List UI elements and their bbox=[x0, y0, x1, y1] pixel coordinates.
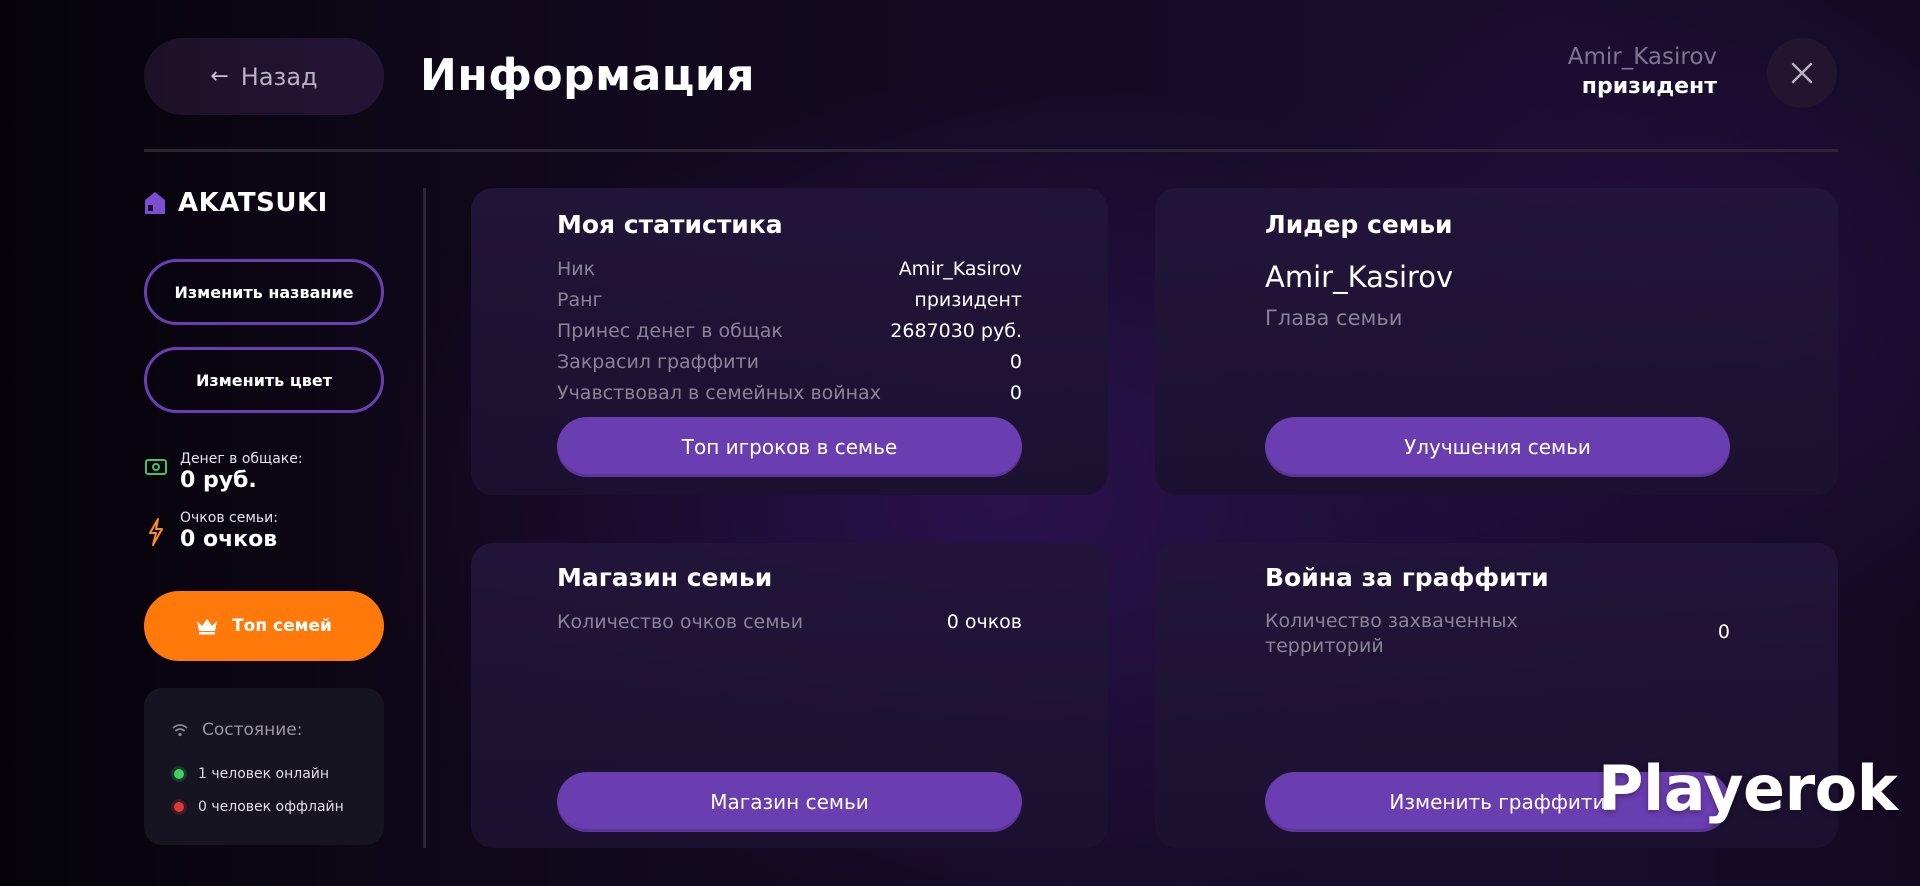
wifi-icon bbox=[172, 724, 188, 737]
offline-count: 0 человек оффлайн bbox=[174, 799, 344, 815]
money-value: 0 руб. bbox=[180, 468, 257, 493]
top-players-label: Топ игроков в семье bbox=[681, 435, 898, 459]
money-icon bbox=[145, 459, 167, 475]
territories-value: 0 bbox=[1717, 621, 1730, 643]
header-divider bbox=[144, 149, 1838, 152]
graffiti-war-title: Война за граффити bbox=[1265, 563, 1549, 592]
my-stats-title: Моя статистика bbox=[557, 210, 783, 239]
family-header: AKATSUKI bbox=[144, 188, 328, 218]
leader-title: Лидер семьи bbox=[1265, 210, 1453, 239]
stat-row: Учавствовал в семейных войнах 0 bbox=[557, 382, 1022, 404]
status-panel: Состояние: 1 человек онлайн 0 человек оф… bbox=[144, 688, 384, 845]
stat-key: Учавствовал в семейных войнах bbox=[557, 382, 881, 404]
family-upgrades-button[interactable]: Улучшения семьи bbox=[1265, 417, 1730, 477]
status-label: Состояние: bbox=[202, 720, 303, 740]
rename-family-label: Изменить название bbox=[174, 282, 354, 302]
online-text: 1 человек онлайн bbox=[198, 766, 330, 782]
family-name: AKATSUKI bbox=[178, 188, 328, 218]
stat-row: Ник Amir_Kasirov bbox=[557, 258, 1022, 280]
family-shop-label: Магазин семьи bbox=[710, 790, 869, 814]
money-label: Денег в общаке: bbox=[180, 451, 303, 467]
back-button-label: Назад bbox=[240, 62, 318, 91]
territories-label: Количество захваченных территорий bbox=[1265, 610, 1518, 657]
stat-value: Amir_Kasirov bbox=[898, 258, 1022, 280]
top-players-button[interactable]: Топ игроков в семье bbox=[557, 417, 1022, 477]
online-dot-icon bbox=[174, 769, 184, 779]
stat-row: Ранг призидент bbox=[557, 289, 1022, 311]
top-families-label: Топ семей bbox=[232, 616, 332, 636]
shop-points-row: Количество очков семьи 0 очков bbox=[557, 611, 1022, 633]
user-info: Amir_Kasirov призидент bbox=[1568, 44, 1717, 99]
crown-icon bbox=[197, 619, 218, 635]
leader-card: Лидер семьи Amir_Kasirov Глава семьи Улу… bbox=[1155, 188, 1838, 495]
change-graffiti-label: Изменить граффити bbox=[1389, 790, 1606, 814]
watermark: Playerok bbox=[1598, 752, 1898, 825]
change-color-label: Изменить цвет bbox=[196, 370, 332, 390]
user-rank: призидент bbox=[1581, 74, 1717, 99]
page-title: Информация bbox=[420, 50, 755, 101]
close-icon bbox=[1791, 62, 1813, 84]
shop-title: Магазин семьи bbox=[557, 563, 773, 592]
stat-row: Принес денег в общак 2687030 руб. bbox=[557, 320, 1022, 342]
stat-key: Закрасил граффити bbox=[557, 351, 759, 373]
offline-text: 0 человек оффлайн bbox=[198, 799, 344, 815]
leader-name: Amir_Kasirov bbox=[1265, 260, 1454, 294]
rename-family-button[interactable]: Изменить название bbox=[144, 259, 384, 325]
back-button[interactable]: ← Назад bbox=[144, 38, 384, 115]
offline-dot-icon bbox=[174, 802, 184, 812]
shop-card: Магазин семьи Количество очков семьи 0 о… bbox=[471, 543, 1108, 848]
stat-value: 0 bbox=[1009, 382, 1022, 404]
home-icon bbox=[145, 192, 165, 214]
leader-role: Глава семьи bbox=[1265, 306, 1403, 330]
points-value: 0 очков bbox=[180, 527, 278, 552]
family-upgrades-label: Улучшения семьи bbox=[1404, 435, 1591, 459]
arrow-left-icon: ← bbox=[210, 64, 229, 89]
family-money: Денег в общаке: 0 руб. bbox=[144, 451, 303, 493]
stat-key: Принес денег в общак bbox=[557, 320, 783, 342]
stat-key: Ник bbox=[557, 258, 596, 280]
points-label: Очков семьи: bbox=[180, 510, 278, 526]
online-count: 1 человек онлайн bbox=[174, 766, 329, 782]
shop-points-value: 0 очков bbox=[946, 611, 1022, 633]
stat-row: Закрасил граффити 0 bbox=[557, 351, 1022, 373]
lightning-icon bbox=[149, 518, 163, 546]
my-stats-card: Моя статистика Ник Amir_Kasirov Ранг при… bbox=[471, 188, 1108, 495]
family-shop-button[interactable]: Магазин семьи bbox=[557, 772, 1022, 832]
stat-value: 2687030 руб. bbox=[890, 320, 1022, 342]
family-points: Очков семьи: 0 очков bbox=[144, 510, 278, 552]
sidebar-divider bbox=[423, 188, 426, 848]
close-button[interactable] bbox=[1767, 38, 1837, 108]
status-header: Состояние: bbox=[172, 720, 303, 740]
stat-value: 0 bbox=[1009, 351, 1022, 373]
shop-points-label: Количество очков семьи bbox=[557, 611, 804, 633]
top-families-button[interactable]: Топ семей bbox=[144, 591, 384, 661]
stat-value: призидент bbox=[914, 289, 1022, 311]
user-name: Amir_Kasirov bbox=[1567, 44, 1717, 70]
change-color-button[interactable]: Изменить цвет bbox=[144, 347, 384, 413]
stat-key: Ранг bbox=[557, 289, 603, 311]
